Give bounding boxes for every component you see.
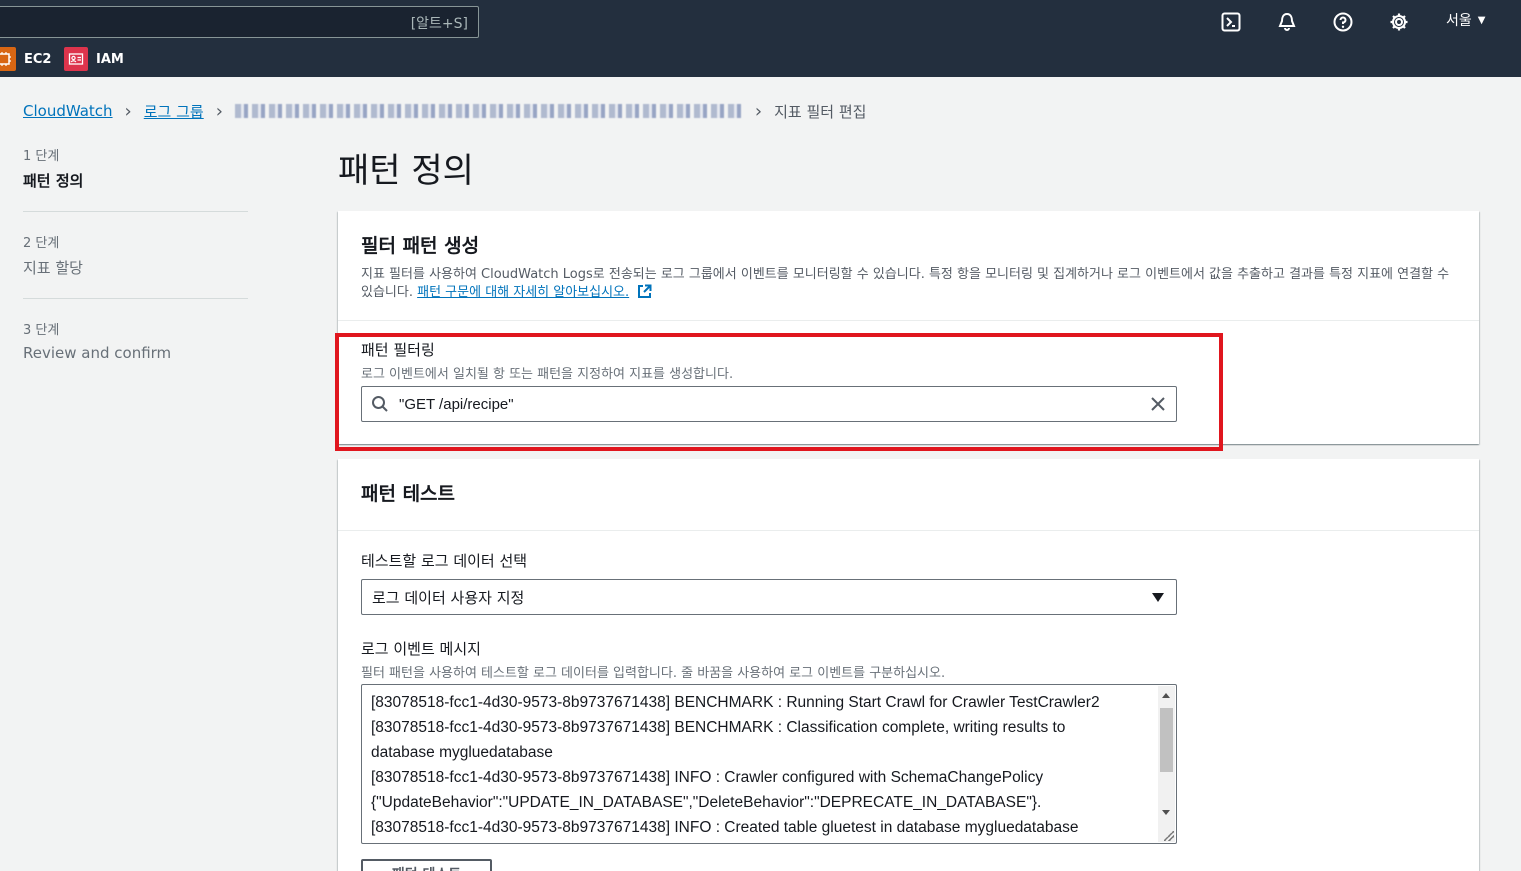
scroll-down-arrow-icon[interactable] — [1162, 810, 1170, 815]
test-pattern-button[interactable]: 패턴 테스트 — [361, 859, 492, 871]
top-navigation: [알트+S] 서울 ▼ EC2 IAM — [0, 0, 1521, 77]
log-line: [83078518-fcc1-4d30-9573-8b9737671438] I… — [371, 819, 1079, 836]
favorite-iam[interactable]: IAM — [64, 47, 124, 71]
log-data-select[interactable]: 로그 데이터 사용자 지정 — [361, 579, 1177, 615]
step-title: Review and confirm — [23, 344, 172, 362]
breadcrumb: CloudWatch › 로그 그룹 › › 지표 필터 편집 — [23, 100, 866, 122]
chevron-right-icon: › — [754, 100, 763, 122]
caret-down-icon: ▼ — [1477, 14, 1486, 26]
scrollbar-thumb[interactable] — [1160, 708, 1173, 772]
step-number: 3 단계 — [23, 323, 60, 338]
learn-more-link[interactable]: 패턴 구문에 대해 자세히 알아보십시오. — [417, 285, 629, 300]
annotation-highlight-box — [335, 333, 1223, 451]
wizard-step-1: 1 단계 패턴 정의 — [23, 145, 248, 212]
ec2-icon — [0, 47, 16, 71]
caret-down-icon — [1152, 593, 1164, 602]
panel-description: 지표 필터를 사용하여 CloudWatch Logs로 전송되는 로그 그룹에… — [361, 266, 1456, 305]
log-event-message-textarea[interactable]: [83078518-fcc1-4d30-9573-8b9737671438] B… — [361, 684, 1177, 844]
iam-icon — [64, 47, 88, 71]
step-title: 패턴 정의 — [23, 172, 84, 190]
textarea-scrollbar[interactable] — [1158, 686, 1175, 842]
panel-title: 패턴 테스트 — [361, 483, 456, 505]
step-title: 지표 할당 — [23, 259, 83, 277]
step-number: 2 단계 — [23, 236, 60, 251]
cloudshell-icon[interactable] — [1219, 10, 1243, 34]
chevron-right-icon: › — [215, 100, 223, 122]
resize-handle-icon[interactable] — [1164, 831, 1174, 841]
divider — [338, 530, 1479, 531]
chevron-right-icon: › — [124, 100, 132, 122]
favorite-label: IAM — [96, 51, 124, 67]
help-icon[interactable] — [1331, 10, 1355, 34]
breadcrumb-log-groups[interactable]: 로그 그룹 — [144, 101, 204, 122]
settings-gear-icon[interactable] — [1387, 10, 1411, 34]
select-value: 로그 데이터 사용자 지정 — [372, 588, 525, 607]
wizard-steps: 1 단계 패턴 정의 2 단계 지표 할당 3 단계 Review and co… — [23, 145, 248, 402]
external-link-icon — [637, 284, 652, 305]
divider — [338, 320, 1479, 321]
breadcrumb-current: 지표 필터 편집 — [774, 102, 867, 121]
wizard-step-3: 3 단계 Review and confirm — [23, 319, 248, 382]
search-shortcut-hint: [알트+S] — [410, 16, 468, 32]
favorite-ec2[interactable]: EC2 — [0, 47, 51, 71]
notifications-bell-icon[interactable] — [1275, 10, 1299, 34]
test-pattern-panel: 패턴 테스트 테스트할 로그 데이터 선택 로그 데이터 사용자 지정 로그 이… — [338, 459, 1479, 871]
log-line: {"UpdateBehavior":"UPDATE_IN_DATABASE","… — [371, 794, 1042, 811]
breadcrumb-cloudwatch[interactable]: CloudWatch — [23, 102, 113, 120]
log-line: [83078518-fcc1-4d30-9573-8b9737671438] B… — [371, 694, 1100, 711]
breadcrumb-redacted-log-group[interactable] — [234, 104, 743, 118]
global-search-input[interactable]: [알트+S] — [0, 6, 479, 38]
scroll-up-arrow-icon[interactable] — [1162, 693, 1170, 698]
step-number: 1 단계 — [23, 149, 60, 164]
wizard-step-2: 2 단계 지표 할당 — [23, 232, 248, 299]
log-data-select-label: 테스트할 로그 데이터 선택 — [361, 552, 528, 570]
panel-title: 필터 패턴 생성 — [361, 235, 480, 257]
log-line: [83078518-fcc1-4d30-9573-8b9737671438] I… — [371, 769, 1044, 786]
page-title: 패턴 정의 — [338, 151, 474, 191]
region-label: 서울 — [1446, 13, 1472, 29]
log-line: [83078518-fcc1-4d30-9573-8b9737671438] B… — [371, 719, 1066, 736]
log-line: database mygluedatabase — [371, 744, 553, 761]
favorite-label: EC2 — [24, 51, 52, 67]
region-selector[interactable]: 서울 ▼ — [1446, 10, 1485, 30]
log-event-message-description: 필터 패턴을 사용하여 테스트할 로그 데이터를 입력합니다. 줄 바꿈을 사용… — [361, 666, 946, 681]
log-event-message-label: 로그 이벤트 메시지 — [361, 640, 481, 658]
